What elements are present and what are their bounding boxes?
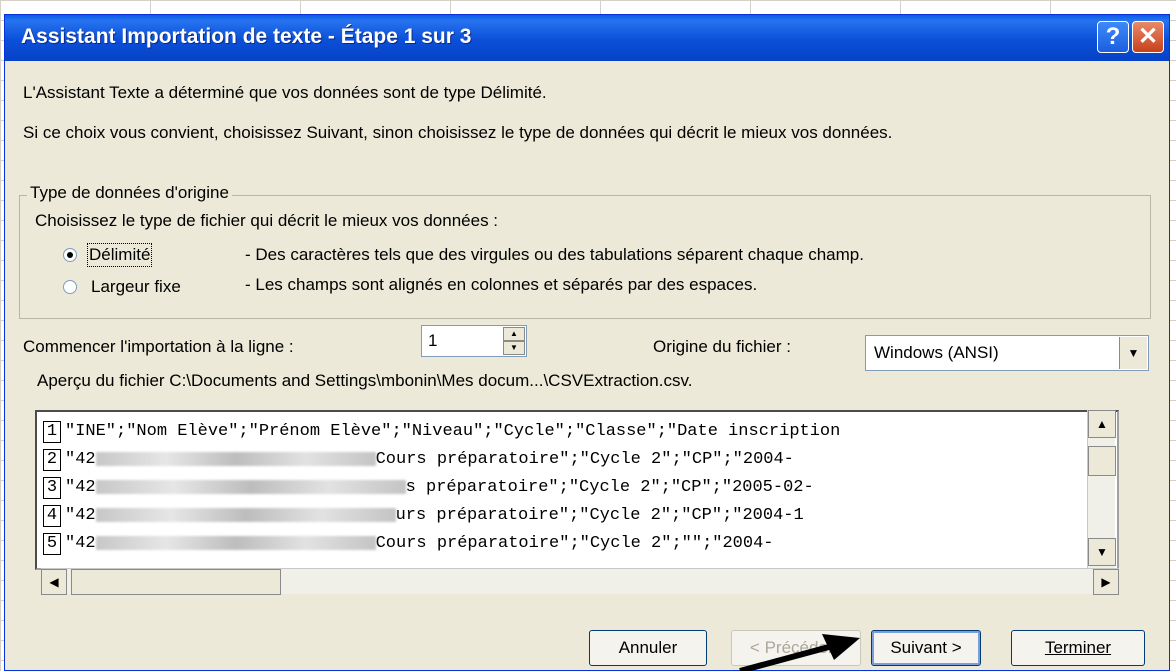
preview-text-end: Cours préparatoire";"Cycle 2";"CP";"2004… (375, 450, 794, 469)
radio-selected-dot (67, 252, 73, 258)
finish-label: Terminer (1044, 638, 1112, 657)
delimited-radio[interactable] (63, 248, 77, 262)
line-number: 2 (43, 449, 61, 471)
data-type-prompt: Choisissez le type de fichier qui décrit… (35, 211, 499, 230)
close-button[interactable]: ✕ (1132, 21, 1164, 53)
file-origin-select[interactable]: Windows (ANSI) ▼ (865, 335, 1149, 371)
preview-text-end: Cours préparatoire";"Cycle 2";"";"2004- (375, 534, 774, 553)
line-number: 5 (43, 533, 61, 555)
cancel-button[interactable]: Annuler (589, 630, 707, 666)
preview-text-end: s préparatoire";"Cycle 2";"CP";"2005-02- (405, 478, 814, 497)
preview-horizontal-scrollbar[interactable]: ◀ ▶ (41, 568, 1119, 595)
data-type-legend: Type de données d'origine (27, 183, 232, 203)
delimited-label[interactable]: Délimité (86, 243, 153, 267)
preview-line: 5 "42 Cours préparatoire";"Cycle 2";"";"20… (43, 530, 773, 558)
preview-line: 2 "42 Cours préparatoire";"Cycle 2";"CP";"… (43, 446, 794, 474)
redacted-text (95, 507, 396, 522)
preview-text-end: urs préparatoire";"Cycle 2";"CP";"2004-1 (395, 506, 804, 525)
preview-text: "INE";"Nom Elève";"Prénom Elève";"Niveau… (65, 422, 841, 441)
finish-button[interactable]: Terminer (1011, 630, 1145, 666)
annotation-arrow-icon (739, 634, 860, 671)
preview-text-start: "42 (65, 450, 96, 469)
start-row-value[interactable]: 1 (428, 331, 437, 351)
preview-text-start: "42 (65, 478, 96, 497)
scroll-left-icon[interactable]: ◀ (41, 569, 67, 595)
fixed-width-description: - Les champs sont alignés en colonnes et… (245, 275, 758, 294)
preview-line: 3 "42 s préparatoire";"Cycle 2";"CP";"2005… (43, 474, 814, 502)
intro-line-1: L'Assistant Texte a déterminé que vos do… (23, 83, 547, 102)
stepper-down-icon[interactable]: ▼ (503, 341, 525, 355)
start-row-stepper[interactable]: 1 ▲ ▼ (421, 325, 527, 357)
window-title: Assistant Importation de texte - Étape 1… (21, 25, 472, 48)
preview-text-start: "42 (65, 534, 96, 553)
line-number: 1 (43, 421, 61, 443)
preview-line: 4 "42 urs préparatoire";"Cycle 2";"CP";"20… (43, 502, 804, 530)
preview-text-start: "42 (65, 506, 96, 525)
file-preview[interactable]: 1 "INE";"Nom Elève";"Prénom Elève";"Nivea… (35, 410, 1119, 570)
title-bar[interactable]: Assistant Importation de texte - Étape 1… (5, 15, 1169, 61)
preview-line: 1 "INE";"Nom Elève";"Prénom Elève";"Nivea… (43, 418, 840, 446)
help-button[interactable]: ? (1097, 21, 1129, 53)
preview-vertical-scrollbar[interactable]: ▲ ▼ (1087, 410, 1116, 570)
line-number: 3 (43, 477, 61, 499)
stepper-up-icon[interactable]: ▲ (503, 327, 525, 341)
file-origin-label: Origine du fichier : (653, 337, 791, 356)
next-button[interactable]: Suivant > (871, 630, 981, 666)
scroll-right-icon[interactable]: ▶ (1093, 569, 1119, 595)
redacted-text (95, 451, 376, 466)
redacted-text (95, 535, 376, 550)
fixed-width-label[interactable]: Largeur fixe (91, 277, 181, 297)
file-origin-value: Windows (ANSI) (874, 343, 999, 362)
fixed-width-radio[interactable] (63, 280, 77, 294)
delimited-description: - Des caractères tels que des virgules o… (245, 245, 864, 264)
scroll-down-icon[interactable]: ▼ (1088, 538, 1116, 566)
redacted-text (95, 479, 406, 494)
preview-label: Aperçu du fichier C:\Documents and Setti… (37, 371, 693, 390)
text-import-wizard-dialog: Assistant Importation de texte - Étape 1… (4, 14, 1170, 671)
chevron-down-icon[interactable]: ▼ (1119, 337, 1147, 369)
start-row-label: Commencer l'importation à la ligne : (23, 337, 294, 356)
horizontal-scroll-thumb[interactable] (71, 569, 281, 595)
vertical-scroll-thumb[interactable] (1088, 446, 1116, 476)
intro-line-2: Si ce choix vous convient, choisissez Su… (23, 123, 893, 142)
scroll-up-icon[interactable]: ▲ (1088, 410, 1116, 438)
line-number: 4 (43, 505, 61, 527)
